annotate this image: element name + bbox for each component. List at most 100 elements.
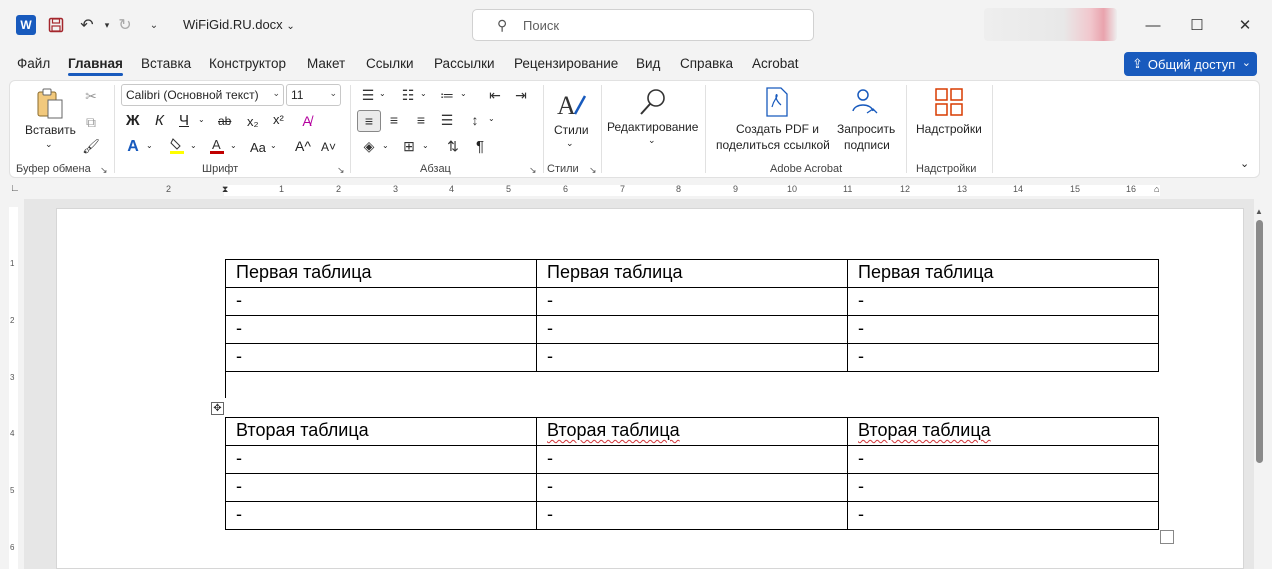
second-table[interactable]: Вторая таблица Вторая таблица Вторая таб… xyxy=(225,417,1159,530)
font-size-combo[interactable]: 11 ⌄ xyxy=(286,84,341,106)
multilevel-list-icon[interactable]: ≔ xyxy=(438,86,456,104)
tab-layout[interactable]: Макет xyxy=(307,56,345,71)
request-signatures-label-1[interactable]: Запросить xyxy=(837,122,895,136)
tab-design[interactable]: Конструктор xyxy=(209,56,286,71)
tab-view[interactable]: Вид xyxy=(636,56,660,71)
table-cell[interactable]: - xyxy=(847,445,1159,474)
tab-mailings[interactable]: Рассылки xyxy=(434,56,495,71)
save-icon[interactable] xyxy=(45,14,67,36)
italic-button[interactable]: К xyxy=(155,112,164,129)
paste-dropdown-icon[interactable]: ⌄ xyxy=(45,139,53,150)
change-case-button[interactable]: Aa xyxy=(250,140,266,155)
search-box[interactable]: ⚲ Поиск xyxy=(472,9,814,41)
shading-dropdown-icon[interactable]: ⌄ xyxy=(382,141,389,150)
editing-search-icon[interactable] xyxy=(636,85,670,119)
misspelled-text[interactable]: Вторая таблица xyxy=(858,420,991,440)
table-cell[interactable]: - xyxy=(536,501,848,530)
align-center-icon[interactable]: ≡ xyxy=(385,111,403,129)
table-resize-handle[interactable] xyxy=(1160,530,1174,544)
underline-dropdown-icon[interactable]: ⌄ xyxy=(198,115,205,124)
table-cell[interactable]: Первая таблица xyxy=(536,259,848,288)
tab-selector-icon[interactable]: ∟ xyxy=(10,183,20,194)
table-move-handle-icon[interactable]: ✥ xyxy=(211,402,224,415)
vertical-scrollbar[interactable]: ▲ xyxy=(1254,207,1266,569)
undo-icon[interactable]: ↶ xyxy=(76,14,98,36)
paste-icon[interactable] xyxy=(32,87,66,121)
styles-label[interactable]: Стили xyxy=(554,123,589,137)
table-cell[interactable]: - xyxy=(847,287,1159,316)
table-cell[interactable]: - xyxy=(847,473,1159,502)
indent-marker-icon[interactable]: ⧗ xyxy=(222,184,228,195)
tab-references[interactable]: Ссылки xyxy=(366,56,414,71)
request-signatures-label-2[interactable]: подписи xyxy=(844,138,890,152)
line-spacing-icon[interactable]: ↕ xyxy=(466,111,484,129)
minimize-button[interactable]: — xyxy=(1138,12,1168,38)
shrink-font-button[interactable]: A˅ xyxy=(321,140,336,154)
vertical-ruler[interactable]: 1 2 3 4 5 6 xyxy=(5,207,19,569)
underline-button[interactable]: Ч xyxy=(179,112,189,129)
numbering-icon[interactable]: ☷ xyxy=(399,86,417,104)
table-cell[interactable]: - xyxy=(536,473,848,502)
table-cell[interactable]: - xyxy=(536,287,848,316)
multilevel-dropdown-icon[interactable]: ⌄ xyxy=(460,89,467,98)
maximize-button[interactable]: ☐ xyxy=(1182,12,1212,38)
table-cell[interactable]: Первая таблица xyxy=(225,259,537,288)
collapse-ribbon-icon[interactable]: ⌄ xyxy=(1240,157,1249,170)
request-signatures-icon[interactable] xyxy=(848,86,882,118)
copy-icon[interactable]: ⧉ xyxy=(82,113,100,131)
align-right-icon[interactable]: ≡ xyxy=(412,111,430,129)
subscript-button[interactable]: x₂ xyxy=(247,114,259,129)
font-color-icon[interactable]: A xyxy=(208,136,226,156)
borders-icon[interactable]: ⊞ xyxy=(400,137,418,155)
redo-icon[interactable]: ↻ xyxy=(114,14,136,36)
tab-review[interactable]: Рецензирование xyxy=(514,56,618,71)
addins-label[interactable]: Надстройки xyxy=(916,122,982,136)
paste-label[interactable]: Вставить xyxy=(25,123,76,137)
table-cell[interactable]: Вторая таблица xyxy=(536,417,848,446)
font-name-combo[interactable]: Calibri (Основной текст) ⌄ xyxy=(121,84,284,106)
tab-home[interactable]: Главная xyxy=(68,56,123,76)
table-cell[interactable]: - xyxy=(225,287,537,316)
first-table[interactable]: Первая таблица Первая таблица Первая таб… xyxy=(225,259,1159,372)
table-cell[interactable]: - xyxy=(225,445,537,474)
table-cell[interactable]: - xyxy=(225,501,537,530)
highlight-icon[interactable] xyxy=(168,137,186,155)
share-dropdown-icon[interactable]: ⌄ xyxy=(1242,56,1251,69)
styles-icon[interactable]: A xyxy=(554,87,588,121)
editing-label[interactable]: Редактирование xyxy=(607,120,698,134)
decrease-indent-icon[interactable]: ⇤ xyxy=(486,86,504,104)
scroll-up-icon[interactable]: ▲ xyxy=(1255,207,1263,216)
change-case-dropdown-icon[interactable]: ⌄ xyxy=(270,141,277,150)
cut-icon[interactable]: ✂ xyxy=(82,87,100,105)
highlight-dropdown-icon[interactable]: ⌄ xyxy=(190,141,197,150)
table-cell[interactable]: - xyxy=(225,343,537,372)
table-cell[interactable]: Вторая таблица xyxy=(225,417,537,446)
tab-help[interactable]: Справка xyxy=(680,56,733,71)
font-launcher-icon[interactable]: ↘ xyxy=(337,165,345,176)
document-title[interactable]: WiFiGid.RU.docx ⌄ xyxy=(183,17,295,32)
table-cell[interactable]: Вторая таблица xyxy=(847,417,1159,446)
clear-formatting-icon[interactable]: A̸ xyxy=(298,112,316,130)
clipboard-launcher-icon[interactable]: ↘ xyxy=(100,165,108,176)
styles-launcher-icon[interactable]: ↘ xyxy=(589,165,597,176)
tab-acrobat[interactable]: Acrobat xyxy=(752,56,799,71)
create-pdf-icon[interactable] xyxy=(762,86,792,118)
right-indent-marker-icon[interactable]: ⌂ xyxy=(1154,184,1159,194)
table-cell[interactable]: - xyxy=(847,315,1159,344)
line-spacing-dropdown-icon[interactable]: ⌄ xyxy=(488,114,495,123)
paragraph-launcher-icon[interactable]: ↘ xyxy=(529,165,537,176)
shading-icon[interactable]: ◈ xyxy=(360,137,378,155)
borders-dropdown-icon[interactable]: ⌄ xyxy=(422,141,429,150)
show-marks-button[interactable]: ¶ xyxy=(476,138,484,155)
table-cell[interactable]: - xyxy=(225,315,537,344)
table-cell[interactable]: - xyxy=(536,315,848,344)
table-cell[interactable]: - xyxy=(536,445,848,474)
horizontal-ruler[interactable]: ∟ 2 ⧗ 1 2 3 4 5 6 7 8 9 10 11 12 13 14 1… xyxy=(0,181,1272,199)
table-cell[interactable]: - xyxy=(847,501,1159,530)
numbering-dropdown-icon[interactable]: ⌄ xyxy=(420,89,427,98)
editing-dropdown-icon[interactable]: ⌄ xyxy=(648,135,656,146)
align-left-icon[interactable]: ≡ xyxy=(357,110,381,132)
strikethrough-button[interactable]: ab xyxy=(218,114,231,128)
superscript-button[interactable]: x² xyxy=(273,112,284,127)
font-color-dropdown-icon[interactable]: ⌄ xyxy=(230,141,237,150)
